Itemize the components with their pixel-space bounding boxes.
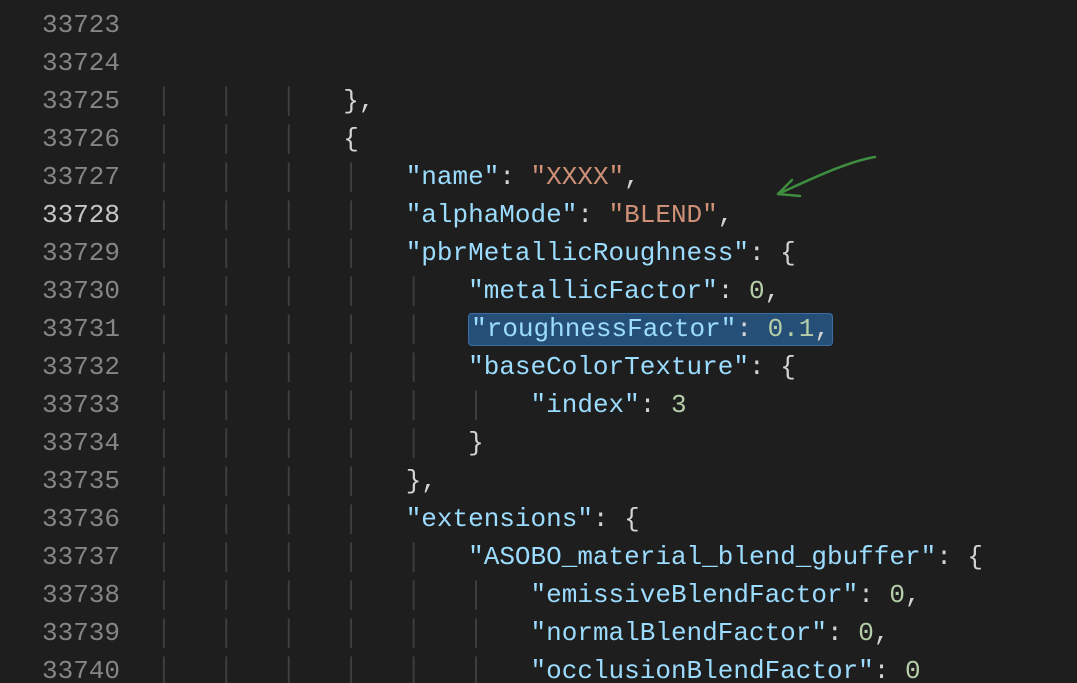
token-num: 0 bbox=[905, 656, 921, 683]
token-punc: { bbox=[967, 542, 983, 572]
line-number: 33737 bbox=[0, 538, 120, 576]
fold-column bbox=[132, 0, 156, 683]
token-punc: }, bbox=[406, 466, 437, 496]
token-num: 0 bbox=[889, 580, 905, 610]
token-key: "occlusionBlendFactor" bbox=[531, 656, 874, 683]
code-line[interactable]: │ │ │ │ │ │ "emissiveBlendFactor": 0, bbox=[156, 576, 1077, 614]
token-col: : bbox=[827, 618, 858, 648]
line-number: 33725 bbox=[0, 82, 120, 120]
line-number-gutter: 3372233723337243372533726337273372833729… bbox=[0, 0, 132, 683]
line-number: 33740 bbox=[0, 652, 120, 683]
code-line[interactable]: │ │ │ { bbox=[156, 120, 1077, 158]
line-number: 33734 bbox=[0, 424, 120, 462]
token-key: "baseColorTexture" bbox=[468, 352, 749, 382]
token-punc: } bbox=[468, 428, 484, 458]
token-punc: { bbox=[780, 352, 796, 382]
line-number: 33729 bbox=[0, 234, 120, 272]
token-key: "normalBlendFactor" bbox=[531, 618, 827, 648]
token-punc: { bbox=[780, 238, 796, 268]
token-col: : bbox=[640, 390, 671, 420]
line-number: 33727 bbox=[0, 158, 120, 196]
token-key: "extensions" bbox=[406, 504, 593, 534]
token-num: 3 bbox=[671, 390, 687, 420]
token-punc: , bbox=[874, 618, 890, 648]
token-col: : bbox=[749, 352, 780, 382]
token-key: "emissiveBlendFactor" bbox=[531, 580, 859, 610]
token-key: "index" bbox=[531, 390, 640, 420]
token-punc: , bbox=[718, 200, 734, 230]
token-punc: , bbox=[765, 276, 781, 306]
token-col: : bbox=[736, 314, 767, 344]
line-number: 33733 bbox=[0, 386, 120, 424]
token-key: "alphaMode" bbox=[406, 200, 578, 230]
token-punc: , bbox=[905, 580, 921, 610]
code-line[interactable]: │ │ │ │ │ "ASOBO_material_blend_gbuffer"… bbox=[156, 538, 1077, 576]
token-str: "BLEND" bbox=[609, 200, 718, 230]
line-number: 33736 bbox=[0, 500, 120, 538]
line-number: 33724 bbox=[0, 44, 120, 82]
token-punc: { bbox=[343, 124, 359, 154]
line-number: 33726 bbox=[0, 120, 120, 158]
token-col: : bbox=[936, 542, 967, 572]
line-number: 33735 bbox=[0, 462, 120, 500]
line-number: 33739 bbox=[0, 614, 120, 652]
token-col: : bbox=[577, 200, 608, 230]
token-col: : bbox=[718, 276, 749, 306]
code-line[interactable]: │ │ │ │ "pbrMetallicRoughness": { bbox=[156, 234, 1077, 272]
token-punc: , bbox=[814, 314, 830, 344]
code-line[interactable]: │ │ │ │ │ │ "normalBlendFactor": 0, bbox=[156, 614, 1077, 652]
code-line[interactable]: │ │ │ }, bbox=[156, 82, 1077, 120]
code-line[interactable]: │ │ │ │ │ │ "index": 3 bbox=[156, 386, 1077, 424]
token-col: : bbox=[499, 162, 530, 192]
code-line[interactable]: │ │ │ │ }, bbox=[156, 462, 1077, 500]
token-num: 0 bbox=[749, 276, 765, 306]
token-key: "roughnessFactor" bbox=[471, 314, 736, 344]
token-key: "pbrMetallicRoughness" bbox=[406, 238, 749, 268]
token-key: "ASOBO_material_blend_gbuffer" bbox=[468, 542, 936, 572]
line-number: 33730 bbox=[0, 272, 120, 310]
token-col: : bbox=[749, 238, 780, 268]
line-number: 33723 bbox=[0, 6, 120, 44]
token-col: : bbox=[858, 580, 889, 610]
code-line[interactable]: │ │ │ │ │ "roughnessFactor": 0.1, bbox=[156, 310, 1077, 348]
code-line[interactable]: │ │ │ │ │ │ "occlusionBlendFactor": 0 bbox=[156, 652, 1077, 683]
code-editor[interactable]: 3372233723337243372533726337273372833729… bbox=[0, 0, 1077, 683]
line-number: 33732 bbox=[0, 348, 120, 386]
code-line[interactable]: │ │ │ │ "alphaMode": "BLEND", bbox=[156, 196, 1077, 234]
token-key: "metallicFactor" bbox=[468, 276, 718, 306]
line-number: 33731 bbox=[0, 310, 120, 348]
code-line[interactable]: │ │ │ │ │ } bbox=[156, 424, 1077, 462]
selection-highlight: "roughnessFactor": 0.1, bbox=[468, 313, 833, 346]
token-col: : bbox=[874, 656, 905, 683]
token-punc: }, bbox=[343, 86, 374, 116]
token-punc: { bbox=[624, 504, 640, 534]
code-line[interactable]: │ │ │ │ │ "metallicFactor": 0, bbox=[156, 272, 1077, 310]
code-line[interactable]: │ │ │ │ │ "baseColorTexture": { bbox=[156, 348, 1077, 386]
code-line[interactable]: │ │ │ │ "extensions": { bbox=[156, 500, 1077, 538]
token-col: : bbox=[593, 504, 624, 534]
token-punc: , bbox=[624, 162, 640, 192]
token-str: "XXXX" bbox=[531, 162, 625, 192]
token-num: 0 bbox=[858, 618, 874, 648]
token-num: 0.1 bbox=[768, 314, 815, 344]
line-number: 33738 bbox=[0, 576, 120, 614]
code-line[interactable]: │ │ │ │ "name": "XXXX", bbox=[156, 158, 1077, 196]
token-key: "name" bbox=[406, 162, 500, 192]
code-area[interactable]: │ │ │ },│ │ │ {│ │ │ │ "name": "XXXX",│ … bbox=[156, 0, 1077, 683]
line-number: 33728 bbox=[0, 196, 120, 234]
